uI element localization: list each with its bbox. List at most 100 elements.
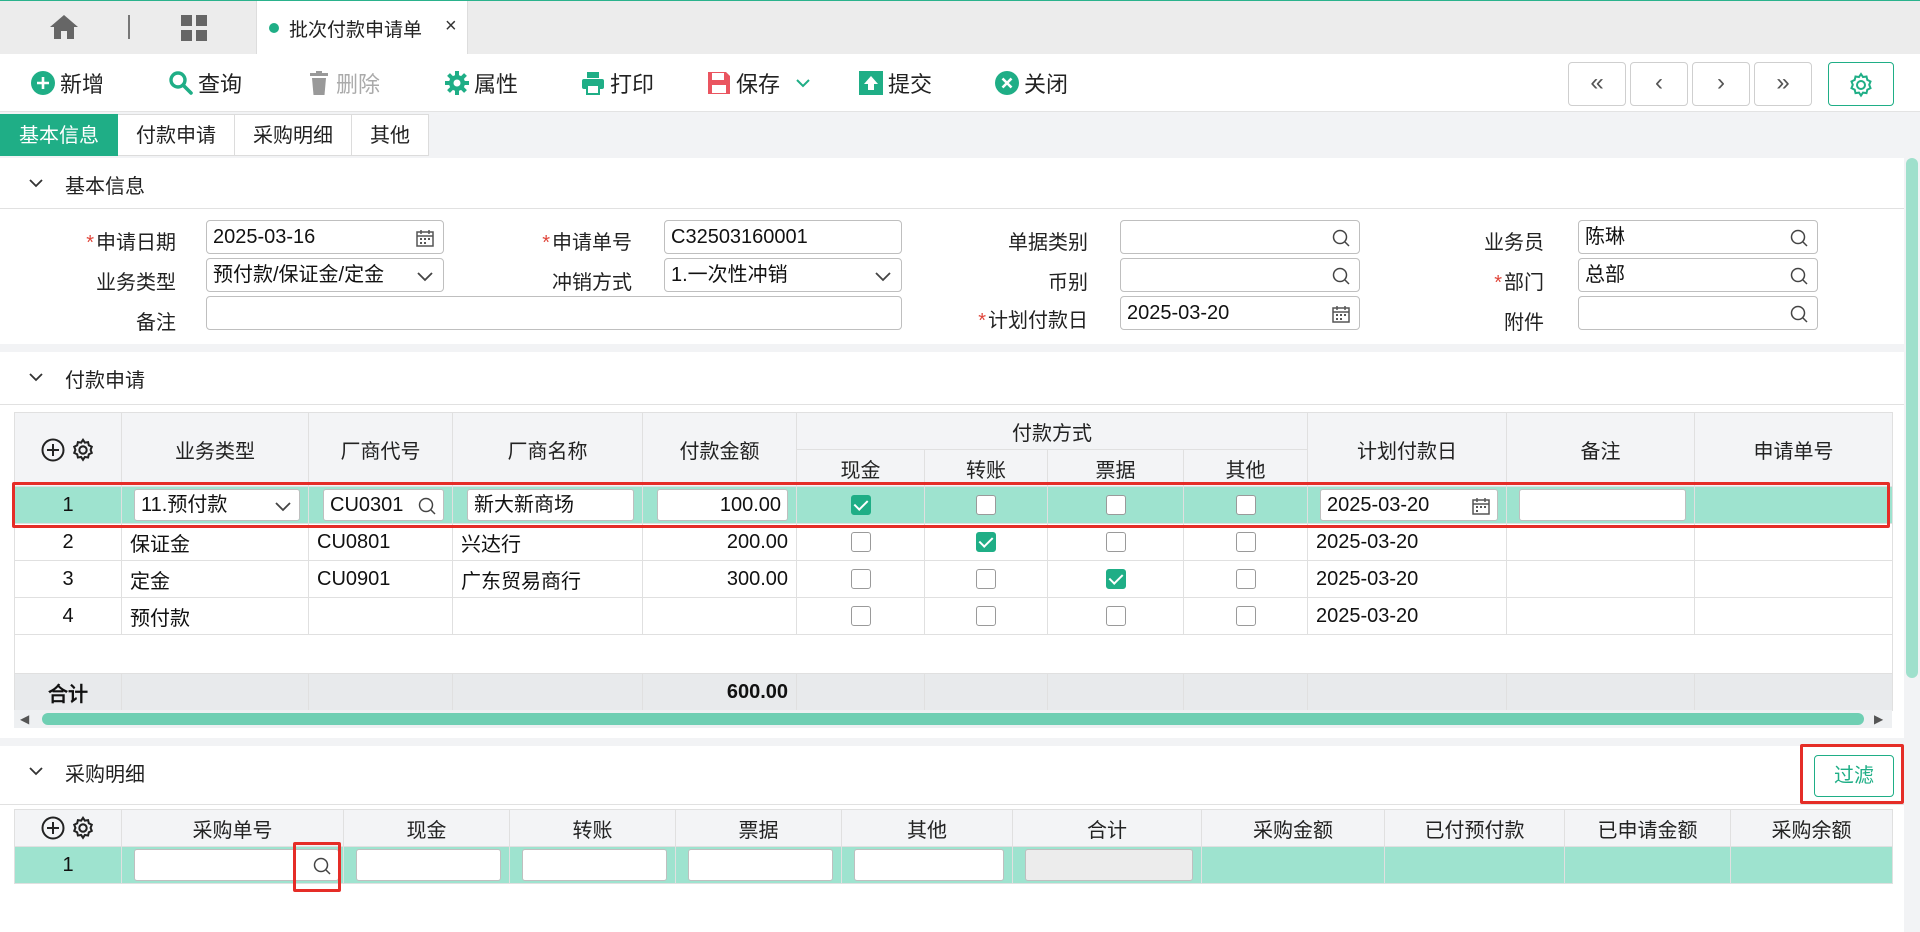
plan-date-cell[interactable]: 2025-03-20	[1307, 597, 1507, 635]
search-icon[interactable]	[417, 496, 437, 516]
calendar-icon[interactable]	[1471, 496, 1491, 516]
chevron-down-icon[interactable]	[28, 763, 44, 779]
doc-type-field[interactable]	[1120, 220, 1360, 254]
biz-type-cell[interactable]: 定金	[121, 560, 309, 598]
vendor-name-cell[interactable]	[452, 597, 643, 635]
chevron-down-icon[interactable]	[794, 74, 812, 92]
col-plan-date[interactable]: 计划付款日	[1307, 412, 1507, 487]
properties-button[interactable]: 属性	[444, 66, 518, 100]
bill-input[interactable]	[688, 849, 833, 881]
query-button[interactable]: 查询	[168, 66, 242, 100]
chevron-down-icon[interactable]	[28, 175, 44, 191]
vendor-code-cell[interactable]: CU0901	[308, 560, 453, 598]
table-row[interactable]: 1 11.预付款 CU0301 新大新商场 100.00 2025-03-20	[14, 486, 1893, 524]
vendor-name-cell[interactable]: 广东贸易商行	[452, 560, 643, 598]
amount-cell[interactable]: 300.00	[642, 560, 797, 598]
col-bill[interactable]: 票据	[675, 809, 842, 847]
plan-date-cell[interactable]: 2025-03-20	[1307, 523, 1507, 561]
prev-page-button[interactable]: ‹	[1630, 62, 1688, 106]
calendar-icon[interactable]	[415, 228, 435, 248]
chevron-down-icon[interactable]	[873, 266, 893, 286]
remark-cell[interactable]	[1506, 560, 1695, 598]
col-amount[interactable]: 付款金额	[642, 412, 797, 487]
col-cash[interactable]: 现金	[343, 809, 510, 847]
remark-field[interactable]	[206, 296, 902, 330]
search-icon[interactable]	[1789, 304, 1809, 324]
first-page-button[interactable]: «	[1568, 62, 1626, 106]
scroll-right-icon[interactable]: ▶	[1874, 712, 1883, 726]
biz-type-select[interactable]: 11.预付款	[134, 489, 300, 521]
add-button[interactable]: 新增	[30, 66, 104, 100]
bill-checkbox[interactable]	[1105, 569, 1126, 589]
search-icon[interactable]	[1789, 228, 1809, 248]
add-row-icon[interactable]	[41, 816, 65, 840]
col-po-no[interactable]: 采购单号	[121, 809, 344, 847]
currency-field[interactable]	[1120, 258, 1360, 292]
bill-checkbox[interactable]	[1105, 606, 1126, 626]
table-row[interactable]: 4 预付款 2025-03-20	[14, 597, 1893, 635]
col-transfer[interactable]: 转账	[924, 449, 1048, 487]
tab-basic-info[interactable]: 基本信息	[0, 114, 118, 156]
plan-date-field[interactable]: 2025-03-20	[1120, 296, 1360, 330]
vendor-name-cell[interactable]: 兴达行	[452, 523, 643, 561]
amount-input[interactable]: 100.00	[657, 489, 788, 521]
transfer-checkbox[interactable]	[976, 606, 996, 626]
column-settings-icon[interactable]	[71, 816, 95, 840]
transfer-checkbox[interactable]	[976, 569, 996, 589]
cash-checkbox[interactable]	[850, 569, 871, 589]
col-apply-no[interactable]: 申请单号	[1694, 412, 1893, 487]
col-vendor-name[interactable]: 厂商名称	[452, 412, 643, 487]
column-settings-icon[interactable]	[71, 437, 95, 462]
col-prepaid[interactable]: 已付预付款	[1384, 809, 1565, 847]
col-cash[interactable]: 现金	[796, 449, 925, 487]
tab-batch-payment[interactable]: 批次付款申请单 ×	[256, 1, 468, 55]
chevron-down-icon[interactable]	[273, 496, 293, 516]
plan-date-input[interactable]: 2025-03-20	[1320, 489, 1498, 521]
remark-input[interactable]	[1519, 489, 1686, 521]
col-other[interactable]: 其他	[1183, 449, 1308, 487]
delete-button[interactable]: 删除	[306, 66, 380, 100]
col-po-amount[interactable]: 采购金额	[1201, 809, 1385, 847]
other-input[interactable]	[854, 849, 1004, 881]
col-transfer[interactable]: 转账	[509, 809, 676, 847]
cash-checkbox[interactable]	[850, 606, 871, 626]
remark-cell[interactable]	[1506, 597, 1695, 635]
tab-other[interactable]: 其他	[352, 114, 429, 156]
apply-no-field[interactable]: C32503160001	[664, 220, 902, 254]
other-checkbox[interactable]	[1235, 495, 1256, 515]
vendor-name-input[interactable]: 新大新商场	[467, 489, 634, 521]
payment-request-header[interactable]: 付款申请	[0, 352, 1904, 402]
vendor-code-input[interactable]: CU0301	[323, 489, 444, 521]
cash-input[interactable]	[356, 849, 501, 881]
col-bill[interactable]: 票据	[1047, 449, 1184, 487]
apply-date-field[interactable]: 2025-03-16	[206, 220, 444, 254]
close-button[interactable]: 关闭	[994, 66, 1068, 100]
biz-type-cell[interactable]: 预付款	[121, 597, 309, 635]
plan-date-cell[interactable]: 2025-03-20	[1307, 560, 1507, 598]
table-row[interactable]: 2 保证金 CU0801 兴达行 200.00 2025-03-20	[14, 523, 1893, 561]
transfer-checkbox[interactable]	[976, 495, 996, 515]
other-checkbox[interactable]	[1235, 606, 1256, 626]
settings-button[interactable]	[1828, 62, 1894, 106]
table-row[interactable]: 1	[14, 846, 1893, 884]
horizontal-scrollbar[interactable]: ◀ ▶	[14, 710, 1892, 728]
purchase-detail-header[interactable]: 采购明细	[0, 746, 1904, 796]
cash-checkbox[interactable]	[850, 532, 871, 552]
col-other[interactable]: 其他	[841, 809, 1013, 847]
search-icon[interactable]	[312, 856, 332, 876]
chevron-down-icon[interactable]	[415, 266, 435, 286]
close-icon[interactable]: ×	[445, 15, 457, 38]
bill-checkbox[interactable]	[1105, 495, 1126, 515]
transfer-input[interactable]	[522, 849, 667, 881]
search-icon[interactable]	[1331, 266, 1351, 286]
page-scrollbar[interactable]	[1906, 158, 1918, 678]
col-biz-type[interactable]: 业务类型	[121, 412, 309, 487]
tab-payment-request[interactable]: 付款申请	[118, 114, 235, 156]
biz-type-select[interactable]: 预付款/保证金/定金	[206, 258, 444, 292]
col-sum[interactable]: 合计	[1012, 809, 1202, 847]
bill-checkbox[interactable]	[1105, 532, 1126, 552]
search-icon[interactable]	[1789, 266, 1809, 286]
col-remark[interactable]: 备注	[1506, 412, 1695, 487]
calendar-icon[interactable]	[1331, 304, 1351, 324]
other-checkbox[interactable]	[1235, 532, 1256, 552]
